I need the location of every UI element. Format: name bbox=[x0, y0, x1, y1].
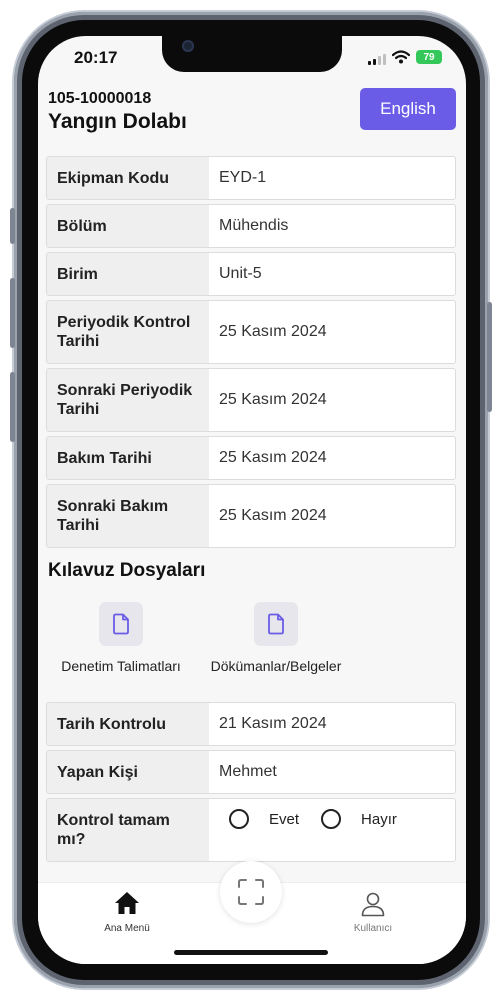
detail-row-periodic-control-date: Periyodik Kontrol Tarihi 25 Kasım 2024 bbox=[46, 300, 456, 364]
radio-circle-icon bbox=[321, 809, 342, 829]
guide-file-inspection-instructions[interactable]: Denetim Talimatları bbox=[56, 602, 186, 674]
page-header: 105-10000018 Yangın Dolabı English bbox=[48, 88, 456, 134]
radio-yes[interactable]: Evet bbox=[229, 809, 299, 829]
detail-label: Sonraki Periyodik Tarihi bbox=[47, 369, 209, 431]
app-screen: 20:17 79 105-10000018 Yangın Dolabı Engl… bbox=[38, 36, 466, 964]
detail-value: 25 Kasım 2024 bbox=[219, 449, 327, 466]
detail-label: Sonraki Bakım Tarihi bbox=[47, 485, 209, 547]
control-label: Tarih Kontrolu bbox=[47, 703, 209, 745]
detail-row-maintenance-date: Bakım Tarihi 25 Kasım 2024 bbox=[46, 436, 456, 480]
file-icon bbox=[99, 602, 143, 646]
control-label: Yapan Kişi bbox=[47, 751, 209, 793]
wifi-icon bbox=[392, 50, 410, 64]
home-icon bbox=[115, 892, 139, 914]
front-camera bbox=[182, 40, 194, 52]
detail-value: Unit-5 bbox=[219, 265, 262, 282]
mute-switch bbox=[10, 208, 15, 244]
detail-row-equipment-code: Ekipman Kodu EYD-1 bbox=[46, 156, 456, 200]
status-time: 20:17 bbox=[74, 48, 118, 67]
detail-value: 25 Kasım 2024 bbox=[219, 507, 327, 524]
detail-label: Bölüm bbox=[47, 205, 209, 247]
guide-file-documents[interactable]: Dökümanlar/Belgeler bbox=[206, 602, 346, 674]
completion-options: Evet Hayır bbox=[209, 799, 455, 861]
volume-down-button bbox=[10, 372, 15, 442]
detail-label: Periyodik Kontrol Tarihi bbox=[47, 301, 209, 363]
radio-circle-icon bbox=[229, 809, 249, 829]
control-row-completion: Kontrol tamam mı? Evet Hayır bbox=[46, 798, 456, 862]
radio-yes-label: Evet bbox=[269, 810, 300, 828]
detail-row-next-maintenance-date: Sonraki Bakım Tarihi 25 Kasım 2024 bbox=[46, 484, 456, 548]
detail-row-unit: Birim Unit-5 bbox=[46, 252, 456, 296]
control-row-date-check: Tarih Kontrolu 21 Kasım 2024 bbox=[46, 702, 456, 746]
cellular-signal-icon bbox=[368, 54, 386, 65]
battery-icon: 79 bbox=[416, 50, 442, 64]
notch bbox=[162, 36, 342, 72]
volume-up-button bbox=[10, 278, 15, 348]
detail-label: Bakım Tarihi bbox=[47, 437, 209, 479]
control-row-performed-by: Yapan Kişi Mehmet bbox=[46, 750, 456, 794]
page-title: Yangın Dolabı bbox=[48, 110, 187, 133]
language-button[interactable]: English bbox=[360, 88, 456, 130]
radio-no[interactable]: Hayır bbox=[321, 809, 397, 829]
battery-level: 79 bbox=[423, 51, 435, 63]
detail-row-next-periodic-date: Sonraki Periyodik Tarihi 25 Kasım 2024 bbox=[46, 368, 456, 432]
home-indicator bbox=[174, 950, 328, 955]
detail-label: Birim bbox=[47, 253, 209, 295]
tab-home[interactable]: Ana Menü bbox=[92, 891, 162, 934]
detail-value: Mühendis bbox=[219, 217, 289, 234]
guide-file-label: Denetim Talimatları bbox=[61, 658, 181, 674]
detail-row-department: Bölüm Mühendis bbox=[46, 204, 456, 248]
control-value: Mehmet bbox=[219, 763, 277, 780]
power-button bbox=[487, 302, 492, 412]
detail-value: EYD-1 bbox=[219, 169, 267, 186]
completion-label: Kontrol tamam mı? bbox=[47, 799, 209, 861]
detail-value: 25 Kasım 2024 bbox=[219, 323, 327, 340]
detail-value: 25 Kasım 2024 bbox=[219, 391, 327, 408]
guides-section-title: Kılavuz Dosyaları bbox=[48, 560, 206, 581]
radio-no-label: Hayır bbox=[361, 810, 397, 828]
scan-button[interactable] bbox=[220, 861, 282, 923]
tab-user-label: Kullanıcı bbox=[353, 923, 393, 934]
control-value: 21 Kasım 2024 bbox=[219, 715, 327, 732]
scan-icon bbox=[238, 879, 264, 905]
tab-user[interactable]: Kullanıcı bbox=[338, 891, 408, 934]
guide-file-label: Dökümanlar/Belgeler bbox=[210, 658, 342, 674]
user-icon bbox=[361, 892, 385, 917]
tab-home-label: Ana Menü bbox=[104, 923, 150, 934]
equipment-id: 105-10000018 bbox=[48, 90, 152, 107]
file-icon bbox=[254, 602, 298, 646]
detail-label: Ekipman Kodu bbox=[47, 157, 209, 199]
